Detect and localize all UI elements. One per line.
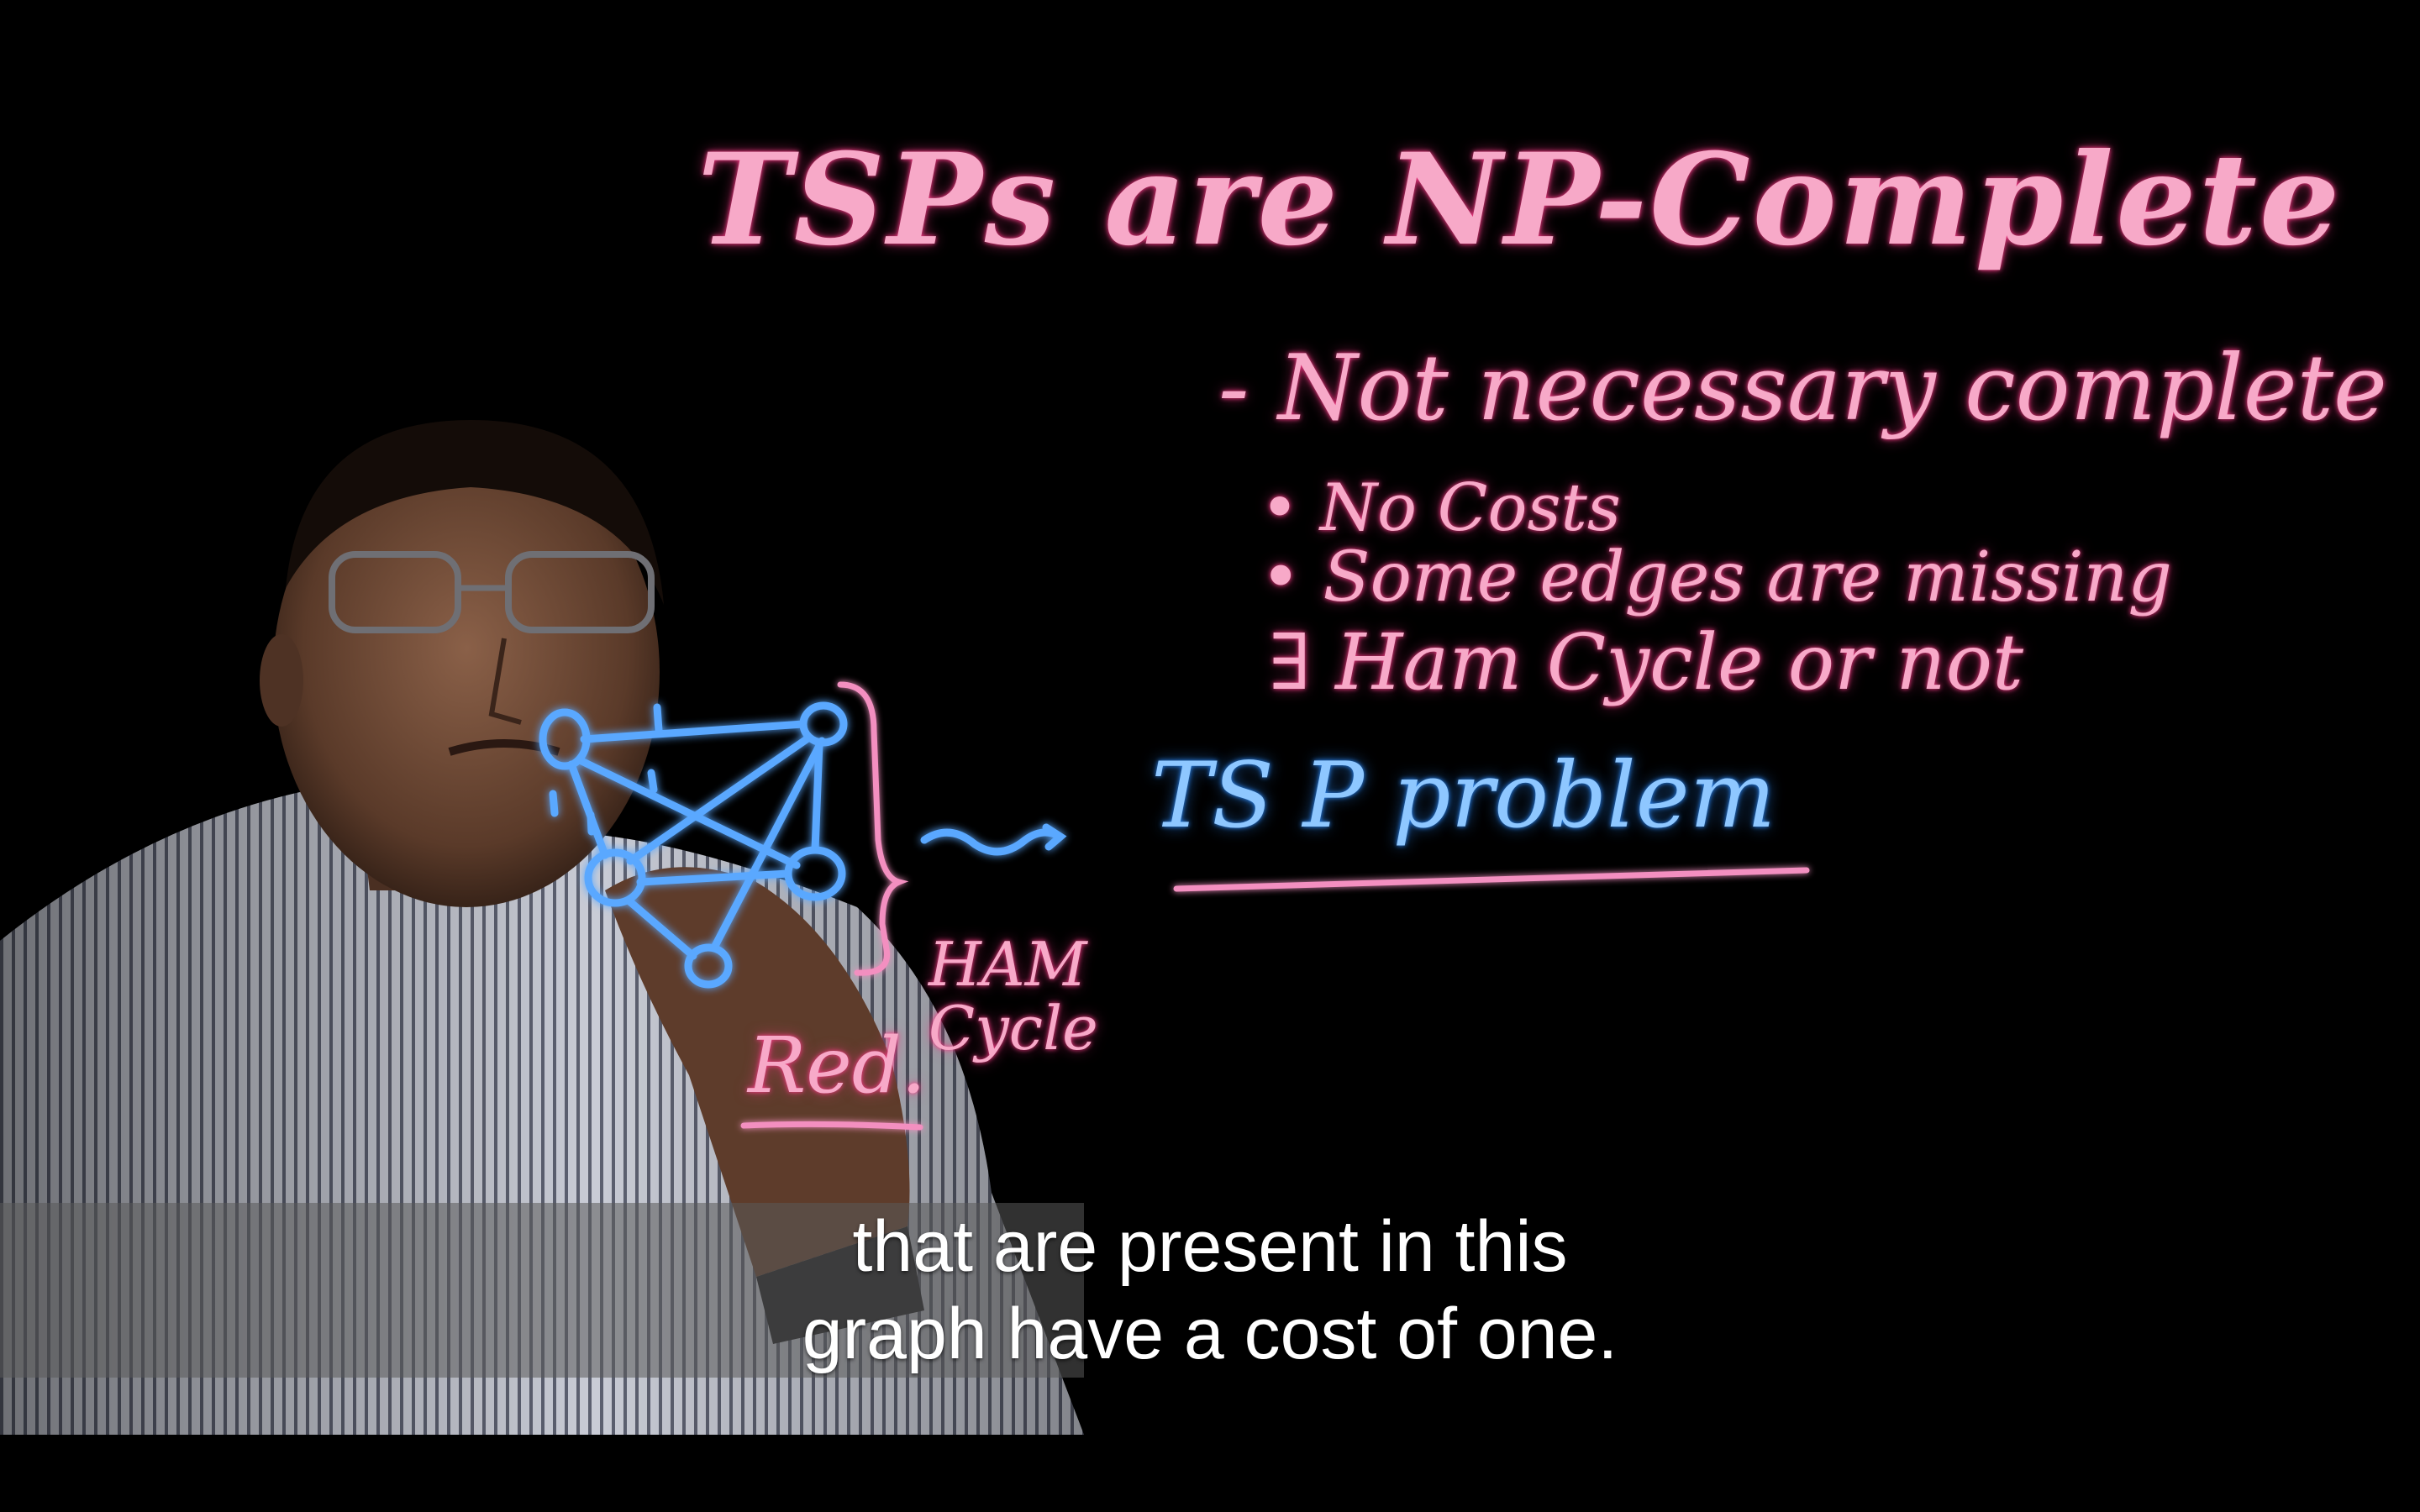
tsp-underline: [1173, 867, 1810, 892]
video-frame[interactable]: TSPs are NP-Complete - Not necessary com…: [0, 0, 2420, 1512]
caption-line-2: graph have a cost of one.: [802, 1294, 1618, 1374]
bullet-not-complete: - Not necessary complete: [1218, 336, 2387, 441]
graph-node-mid-right: [784, 846, 846, 901]
red-underline: [740, 1121, 923, 1131]
board-title: TSPs are NP-Complete: [697, 126, 2343, 274]
caption-line-1: that are present in this: [852, 1206, 1568, 1287]
letterbox-bottom: [0, 1435, 2420, 1512]
bullet-edges-missing: • Some edges are missing: [1260, 538, 2172, 617]
tsp-problem-label: TS P problem: [1151, 743, 1776, 848]
bullet-ham-cycle: ∃ Ham Cycle or not: [1269, 617, 2023, 707]
reduction-label: Red.: [748, 1021, 926, 1110]
bullet-no-costs: • No Costs: [1260, 470, 1621, 546]
ham-cycle-label: HAM Cycle: [929, 929, 1098, 1063]
subtitle-captions: that are present in this graph have a co…: [0, 1203, 2420, 1378]
